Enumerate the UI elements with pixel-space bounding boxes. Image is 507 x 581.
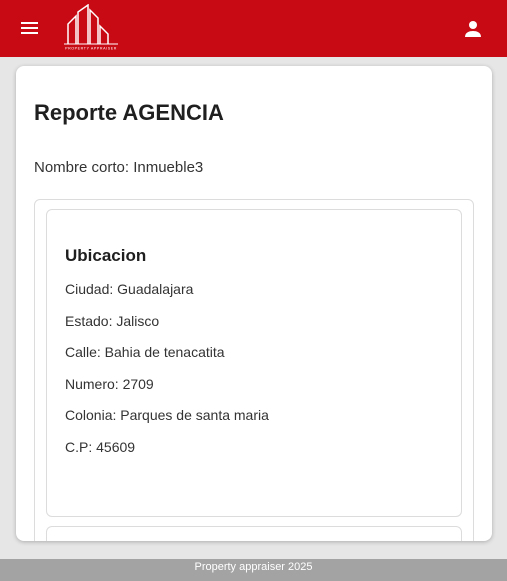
footer: Property appraiser 2025 [0, 559, 507, 581]
short-name-text: Nombre corto: Inmueble3 [34, 159, 204, 176]
footer-text: Property appraiser 2025 [194, 561, 313, 573]
brand-logo[interactable]: PROPERTY APPRAISER [64, 3, 118, 51]
menu-icon[interactable] [20, 19, 40, 37]
field-neighborhood: Colonia: Parques de santa maria [65, 407, 269, 423]
next-section-card [46, 526, 462, 541]
sections-container: Ubicacion Ciudad: Guadalajara Estado: Ja… [34, 199, 474, 541]
app-header: PROPERTY APPRAISER [0, 0, 507, 57]
field-street: Calle: Bahia de tenacatita [65, 344, 225, 360]
field-city: Ciudad: Guadalajara [65, 281, 194, 297]
field-state: Estado: Jalisco [65, 313, 160, 329]
location-section: Ubicacion Ciudad: Guadalajara Estado: Ja… [46, 209, 462, 517]
field-number: Numero: 2709 [65, 376, 154, 392]
location-title: Ubicacion [65, 246, 147, 265]
report-card: Reporte AGENCIA Nombre corto: Inmueble3 … [16, 66, 492, 541]
logo-text: PROPERTY APPRAISER [65, 47, 117, 51]
report-title: Reporte AGENCIA [34, 100, 224, 125]
field-postal-code: C.P: 45609 [65, 439, 136, 455]
person-icon[interactable] [462, 18, 484, 40]
